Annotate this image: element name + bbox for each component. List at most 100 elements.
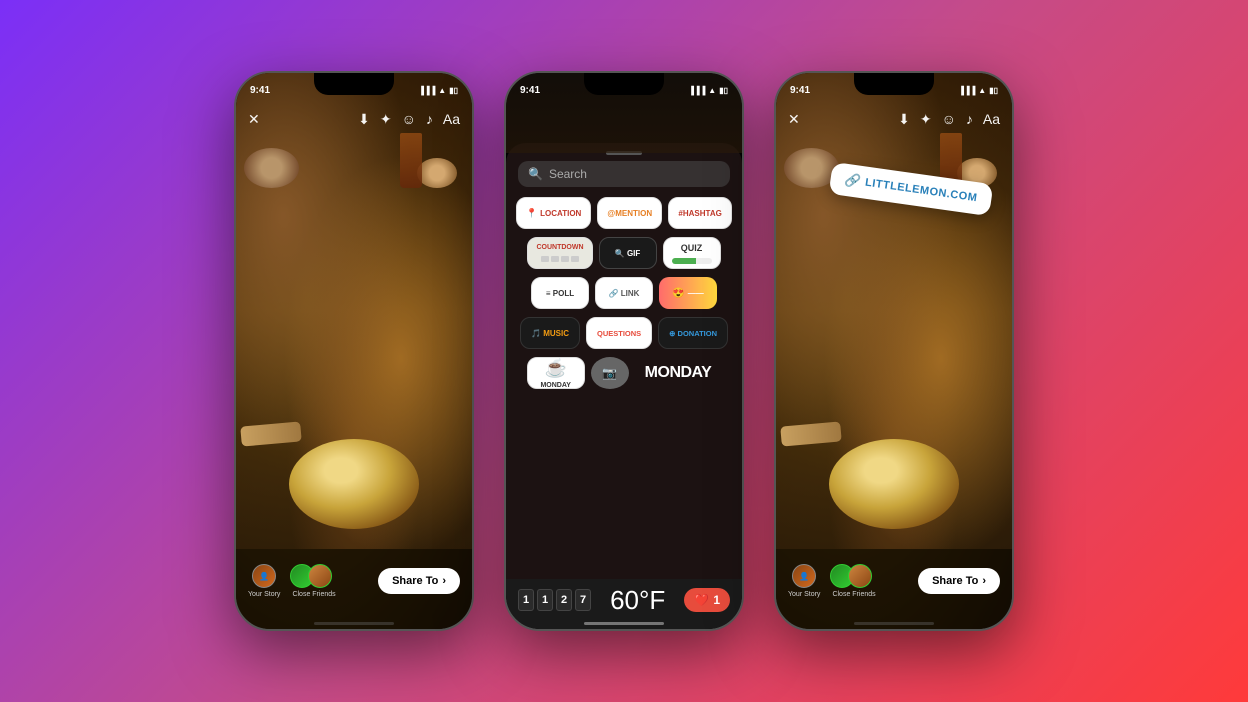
sticker-row-3: ≡ POLL 🔗 LINK 😍 —— bbox=[516, 277, 732, 309]
status-time: 9:41 bbox=[520, 85, 540, 96]
home-indicator bbox=[584, 622, 664, 625]
close-friends-label: Close Friends bbox=[292, 591, 335, 598]
sticker-grid: 📍LOCATION @MENTION #HASHTAG COUNTDOWN bbox=[506, 197, 742, 389]
food-background bbox=[236, 73, 472, 629]
bottom-bar: 👤 Your Story Close Friends Share To › bbox=[236, 549, 472, 629]
signal-icon: ▐▐▐ bbox=[958, 86, 975, 95]
your-story-option[interactable]: 👤 Your Story bbox=[248, 564, 280, 598]
wifi-icon: ▲ bbox=[438, 86, 446, 95]
link-icon: 🔗 bbox=[844, 172, 863, 190]
close-icon[interactable]: ✕ bbox=[788, 111, 800, 128]
text-icon[interactable]: Aa bbox=[983, 111, 1000, 127]
donation-sticker[interactable]: ⊕ DONATION bbox=[658, 317, 728, 349]
status-icons: ▐▐▐ ▲ ▮▯ bbox=[958, 86, 998, 95]
digit-1: 1 bbox=[518, 589, 534, 611]
phone-left: 9:41 ▐▐▐ ▲ ▮▯ ✕ ⬇ ✦ ☺ ♪ Aa 👤 Your bbox=[234, 71, 474, 631]
chevron-right-icon: › bbox=[982, 575, 986, 587]
story-options: 👤 Your Story Close Friends bbox=[788, 564, 876, 598]
countdown-display: 1 1 2 7 bbox=[518, 589, 591, 611]
questions-sticker[interactable]: QUESTIONS bbox=[586, 317, 652, 349]
countdown-sticker[interactable]: COUNTDOWN bbox=[527, 237, 592, 269]
bottom-bar: 👤 Your Story Close Friends Share To › bbox=[776, 549, 1012, 629]
sticker-icon[interactable]: ☺ bbox=[942, 111, 956, 127]
sticker-row-1: 📍LOCATION @MENTION #HASHTAG bbox=[516, 197, 732, 229]
friend-avatar-2 bbox=[848, 564, 872, 588]
your-story-avatar: 👤 bbox=[792, 564, 816, 588]
coffee-sticker[interactable]: ☕ MONDAY bbox=[527, 357, 585, 389]
heart-icon: ❤️ bbox=[694, 593, 709, 607]
wifi-icon: ▲ bbox=[978, 86, 986, 95]
bowl-main bbox=[829, 439, 959, 529]
link-text: LITTLELEMON.COM bbox=[864, 177, 978, 205]
close-friends-label: Close Friends bbox=[832, 591, 875, 598]
link-sticker-item[interactable]: 🔗 LINK bbox=[595, 277, 653, 309]
gif-sticker[interactable]: 🔍 GIF bbox=[599, 237, 657, 269]
music-icon[interactable]: ♪ bbox=[966, 111, 973, 127]
temperature-display: 60°F bbox=[610, 585, 665, 616]
close-friends-option[interactable]: Close Friends bbox=[832, 564, 875, 598]
toolbar: ✕ ⬇ ✦ ☺ ♪ Aa bbox=[776, 101, 1012, 137]
bowl-top-right bbox=[417, 158, 457, 188]
phone-right: 🔗 LITTLELEMON.COM 9:41 ▐▐▐ ▲ ▮▯ ✕ ⬇ ✦ ☺ … bbox=[774, 71, 1014, 631]
bowl-small bbox=[244, 148, 299, 188]
notch bbox=[314, 73, 394, 95]
battery-icon: ▮▯ bbox=[989, 86, 998, 95]
toolbar: ✕ ⬇ ✦ ☺ ♪ Aa bbox=[236, 101, 472, 137]
status-time: 9:41 bbox=[790, 85, 810, 96]
friend-avatar-2 bbox=[308, 564, 332, 588]
close-icon[interactable]: ✕ bbox=[248, 111, 260, 128]
signal-icon: ▐▐▐ bbox=[688, 86, 705, 95]
sticker-row-5: ☕ MONDAY 📷 MONDAY bbox=[516, 357, 732, 389]
digit-3: 2 bbox=[556, 589, 572, 611]
effects-icon[interactable]: ✦ bbox=[380, 111, 392, 128]
hashtag-sticker[interactable]: #HASHTAG bbox=[668, 197, 732, 229]
quiz-sticker[interactable]: QUIZ bbox=[663, 237, 721, 269]
digit-4: 7 bbox=[575, 589, 591, 611]
camera-sticker[interactable]: 📷 bbox=[591, 357, 629, 389]
search-bar[interactable]: 🔍 Search bbox=[518, 161, 730, 187]
download-icon[interactable]: ⬇ bbox=[358, 111, 370, 128]
search-placeholder: Search bbox=[549, 167, 587, 181]
phone-middle: 9:41 ▐▐▐ ▲ ▮▯ 🔍 Search 📍LOCATION bbox=[504, 71, 744, 631]
like-badge[interactable]: ❤️ 1 bbox=[684, 588, 730, 612]
bowl-main bbox=[289, 439, 419, 529]
sticker-panel: 🔍 Search 📍LOCATION @MENTION #HASHTAG bbox=[506, 143, 742, 629]
status-icons: ▐▐▐ ▲ ▮▯ bbox=[418, 86, 458, 95]
digit-2: 1 bbox=[537, 589, 553, 611]
sticker-row-4: 🎵 MUSIC QUESTIONS ⊕ DONATION bbox=[516, 317, 732, 349]
monday-text-sticker[interactable]: MONDAY bbox=[635, 357, 722, 389]
signal-icon: ▐▐▐ bbox=[418, 86, 435, 95]
battery-icon: ▮▯ bbox=[719, 86, 728, 95]
sticker-row-2: COUNTDOWN 🔍 GIF QUIZ bbox=[516, 237, 732, 269]
effects-icon[interactable]: ✦ bbox=[920, 111, 932, 128]
like-count: 1 bbox=[713, 593, 720, 607]
glass bbox=[400, 133, 422, 188]
story-options: 👤 Your Story Close Friends bbox=[248, 564, 336, 598]
mention-sticker[interactable]: @MENTION bbox=[597, 197, 662, 229]
emoji-slider-sticker[interactable]: 😍 —— bbox=[659, 277, 717, 309]
close-friends-avatars bbox=[836, 564, 872, 588]
share-to-button[interactable]: Share To › bbox=[378, 568, 460, 594]
location-sticker[interactable]: 📍LOCATION bbox=[516, 197, 591, 229]
chevron-right-icon: › bbox=[442, 575, 446, 587]
music-sticker[interactable]: 🎵 MUSIC bbox=[520, 317, 580, 349]
search-icon: 🔍 bbox=[528, 167, 543, 181]
music-icon[interactable]: ♪ bbox=[426, 111, 433, 127]
status-time: 9:41 bbox=[250, 85, 270, 96]
your-story-label: Your Story bbox=[788, 591, 820, 598]
your-story-avatar: 👤 bbox=[252, 564, 276, 588]
share-to-button[interactable]: Share To › bbox=[918, 568, 1000, 594]
poll-sticker[interactable]: ≡ POLL bbox=[531, 277, 589, 309]
your-story-label: Your Story bbox=[248, 591, 280, 598]
your-story-option[interactable]: 👤 Your Story bbox=[788, 564, 820, 598]
notch bbox=[854, 73, 934, 95]
close-friends-option[interactable]: Close Friends bbox=[292, 564, 335, 598]
text-icon[interactable]: Aa bbox=[443, 111, 460, 127]
food-background bbox=[776, 73, 1012, 629]
wifi-icon: ▲ bbox=[708, 86, 716, 95]
notch bbox=[584, 73, 664, 95]
status-icons: ▐▐▐ ▲ ▮▯ bbox=[688, 86, 728, 95]
download-icon[interactable]: ⬇ bbox=[898, 111, 910, 128]
close-friends-avatars bbox=[296, 564, 332, 588]
sticker-icon[interactable]: ☺ bbox=[402, 111, 416, 127]
